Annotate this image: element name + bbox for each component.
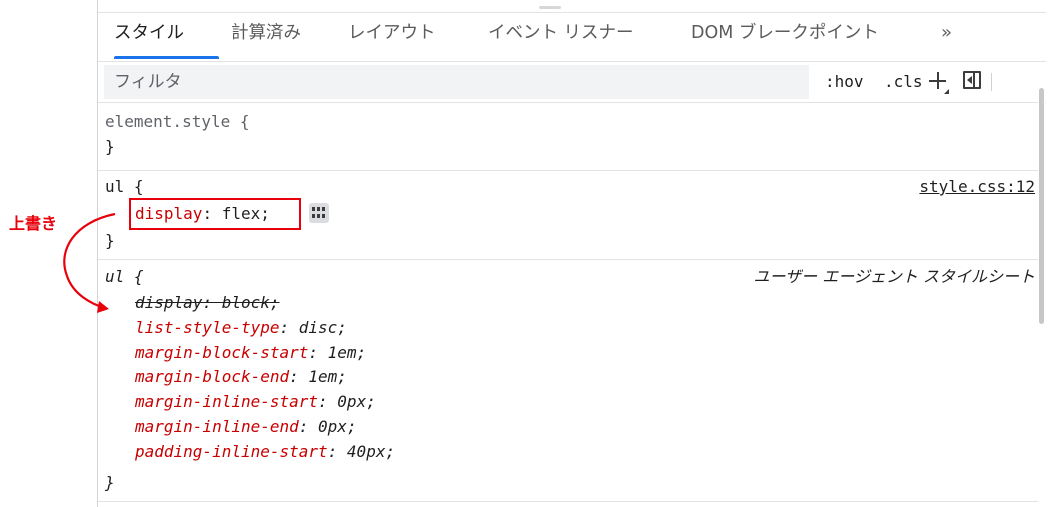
filter-input[interactable] bbox=[104, 65, 809, 99]
property-name[interactable]: margin-block-start bbox=[135, 343, 308, 362]
declaration-padding-inline-start[interactable]: padding-inline-start: 40px; bbox=[135, 440, 395, 464]
toggle-sidebar-icon[interactable] bbox=[963, 71, 981, 89]
tab-layout[interactable]: レイアウト bbox=[348, 20, 436, 58]
class-toggle[interactable]: .cls bbox=[884, 71, 923, 93]
annotation-label: 上書き bbox=[9, 214, 58, 233]
declaration-margin-block-start[interactable]: margin-block-start: 1em; bbox=[135, 341, 366, 365]
toolbar-divider bbox=[991, 73, 992, 91]
property-name[interactable]: list-style-type bbox=[135, 318, 280, 337]
tab-styles[interactable]: スタイル bbox=[114, 20, 184, 58]
property-value[interactable]: 40px bbox=[347, 442, 386, 461]
active-tab-indicator bbox=[114, 56, 219, 59]
panel-resize-handle[interactable] bbox=[539, 6, 561, 9]
tab-event-listeners[interactable]: イベント リスナー bbox=[488, 20, 634, 58]
property-name[interactable]: display bbox=[135, 293, 202, 312]
rule-selector[interactable]: element.style { bbox=[105, 110, 250, 134]
more-tabs-button[interactable]: » bbox=[941, 20, 952, 58]
declaration-margin-block-end[interactable]: margin-block-end: 1em; bbox=[135, 365, 347, 389]
property-value[interactable]: 0px bbox=[337, 392, 366, 411]
tab-computed[interactable]: 計算済み bbox=[231, 20, 301, 58]
tab-dom-breakpoints[interactable]: DOM ブレークポイント bbox=[691, 20, 879, 58]
declaration-margin-inline-end[interactable]: margin-inline-end: 0px; bbox=[135, 415, 357, 439]
rule-ul-user-agent: ul { ユーザー エージェント スタイルシート display: block;… bbox=[98, 260, 1039, 502]
styles-panel: スタイル 計算済み レイアウト イベント リスナー DOM ブレークポイント »… bbox=[97, 0, 1046, 507]
property-value[interactable]: 1em bbox=[308, 367, 337, 386]
property-name[interactable]: margin-inline-start bbox=[135, 392, 318, 411]
new-style-rule-button[interactable] bbox=[925, 66, 951, 96]
hover-state-toggle[interactable]: :hov bbox=[825, 71, 864, 93]
rule-element-style: element.style { } bbox=[98, 103, 1039, 171]
property-name[interactable]: margin-block-end bbox=[135, 367, 289, 386]
tab-strip-top-border bbox=[98, 12, 1046, 13]
property-value[interactable]: 1em bbox=[328, 343, 357, 362]
rule-selector[interactable]: ul { bbox=[105, 175, 144, 199]
annotation-highlight-box bbox=[129, 198, 301, 230]
declaration-display[interactable]: display: block; bbox=[135, 291, 280, 315]
scrollbar-thumb[interactable] bbox=[1039, 88, 1044, 324]
flexbox-editor-icon[interactable] bbox=[309, 203, 329, 223]
property-name[interactable]: padding-inline-start bbox=[135, 442, 328, 461]
property-value[interactable]: block bbox=[222, 293, 270, 312]
source-link-style-css[interactable]: style.css:12 bbox=[919, 175, 1035, 199]
rule-close-brace: } bbox=[105, 137, 115, 156]
rule-close-brace: } bbox=[105, 473, 115, 492]
tab-strip: スタイル 計算済み レイアウト イベント リスナー DOM ブレークポイント » bbox=[98, 0, 1046, 62]
property-value[interactable]: disc bbox=[299, 318, 338, 337]
declaration-list-style-type[interactable]: list-style-type: disc; bbox=[135, 316, 347, 340]
declaration-margin-inline-start[interactable]: margin-inline-start: 0px; bbox=[135, 390, 376, 414]
property-name[interactable]: margin-inline-end bbox=[135, 417, 299, 436]
user-agent-stylesheet-label: ユーザー エージェント スタイルシート bbox=[753, 267, 1035, 286]
styles-toolbar: :hov .cls bbox=[98, 62, 1046, 103]
property-value[interactable]: 0px bbox=[318, 417, 347, 436]
annotation-arrow-icon bbox=[63, 212, 116, 313]
